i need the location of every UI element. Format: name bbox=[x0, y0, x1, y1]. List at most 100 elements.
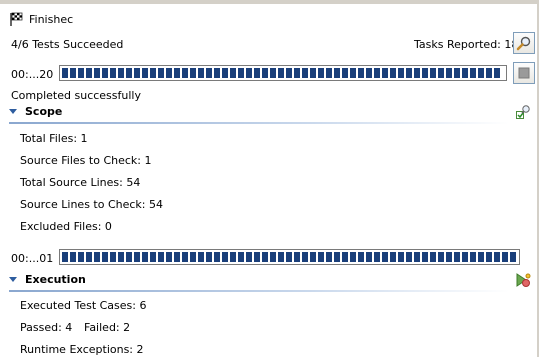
progress-block bbox=[310, 252, 316, 262]
progress-block bbox=[222, 252, 228, 262]
progress-block bbox=[198, 252, 204, 262]
progress-block bbox=[246, 68, 252, 78]
scope-check-icon bbox=[516, 105, 530, 119]
scope-section-header[interactable]: Scope bbox=[9, 102, 62, 120]
progress-block bbox=[414, 252, 420, 262]
progress-block bbox=[294, 252, 300, 262]
progress-block bbox=[206, 68, 212, 78]
scope-source-files: Source Files to Check: 1 bbox=[20, 154, 152, 167]
progress-block bbox=[366, 68, 372, 78]
progress-block bbox=[126, 68, 132, 78]
progress-block bbox=[94, 68, 100, 78]
progress-block bbox=[254, 252, 260, 262]
progress-block bbox=[470, 68, 476, 78]
progress-block bbox=[158, 68, 164, 78]
progress-block bbox=[150, 68, 156, 78]
progress-block bbox=[486, 252, 492, 262]
progress-block bbox=[446, 68, 452, 78]
progress-block bbox=[390, 68, 396, 78]
progress-block bbox=[150, 252, 156, 262]
progress-block bbox=[94, 252, 100, 262]
progress-block bbox=[310, 68, 316, 78]
progress-block bbox=[374, 68, 380, 78]
progress-block bbox=[438, 68, 444, 78]
progress-block bbox=[286, 68, 292, 78]
header-title-row: Finishec bbox=[8, 10, 73, 28]
execution-section-header[interactable]: Execution bbox=[9, 270, 86, 288]
progress-block bbox=[166, 68, 172, 78]
progress-bar-2 bbox=[59, 249, 520, 265]
progress-block bbox=[342, 252, 348, 262]
progress-block bbox=[78, 68, 84, 78]
progress-block bbox=[294, 68, 300, 78]
progress-block bbox=[478, 252, 484, 262]
progress-block bbox=[86, 68, 92, 78]
progress-block bbox=[118, 68, 124, 78]
status-text: Completed successfully bbox=[11, 89, 141, 102]
progress-block bbox=[430, 252, 436, 262]
progress-block bbox=[334, 68, 340, 78]
progress-block bbox=[342, 68, 348, 78]
progress-block bbox=[478, 68, 484, 78]
progress-block bbox=[174, 252, 180, 262]
progress-block bbox=[366, 252, 372, 262]
progress-block bbox=[70, 252, 76, 262]
progress-block bbox=[278, 68, 284, 78]
progress-block bbox=[494, 252, 500, 262]
progress-block bbox=[174, 68, 180, 78]
magnifier-icon bbox=[516, 36, 531, 51]
progress-block bbox=[262, 68, 268, 78]
progress-block bbox=[70, 68, 76, 78]
progress-block bbox=[454, 252, 460, 262]
progress-block bbox=[382, 68, 388, 78]
inspect-button[interactable] bbox=[513, 32, 535, 54]
progress-block bbox=[230, 68, 236, 78]
progress-block bbox=[62, 68, 68, 78]
progress-block bbox=[326, 252, 332, 262]
progress-block bbox=[134, 68, 140, 78]
progress2-time: 00:...01 bbox=[11, 252, 54, 265]
progress-block bbox=[438, 252, 444, 262]
progress-block bbox=[166, 252, 172, 262]
progress-block bbox=[158, 252, 164, 262]
progress-block bbox=[126, 252, 132, 262]
progress-block bbox=[318, 68, 324, 78]
progress-block bbox=[454, 68, 460, 78]
progress-block bbox=[142, 68, 148, 78]
progress-block bbox=[302, 68, 308, 78]
progress-block bbox=[446, 252, 452, 262]
progress-block bbox=[102, 68, 108, 78]
progress-block bbox=[118, 252, 124, 262]
scope-section-divider bbox=[9, 122, 509, 124]
progress-block bbox=[470, 252, 476, 262]
progress-block bbox=[278, 252, 284, 262]
progress-block bbox=[318, 252, 324, 262]
progress-block bbox=[110, 252, 116, 262]
progress-block bbox=[182, 252, 188, 262]
progress-block bbox=[422, 252, 428, 262]
stop-button[interactable] bbox=[513, 62, 535, 84]
execution-title: Execution bbox=[25, 272, 86, 286]
progress-block bbox=[430, 68, 436, 78]
progress-block bbox=[262, 252, 268, 262]
progress-block bbox=[398, 68, 404, 78]
execution-section-divider bbox=[9, 290, 509, 292]
progress-block bbox=[110, 68, 116, 78]
tests-summary: 4/6 Tests Succeeded bbox=[11, 38, 124, 51]
progress-bar-1 bbox=[59, 65, 507, 81]
progress1-time: 00:...20 bbox=[11, 68, 54, 81]
progress-block bbox=[350, 252, 356, 262]
progress-block bbox=[206, 252, 212, 262]
progress-block bbox=[462, 252, 468, 262]
progress-block bbox=[398, 252, 404, 262]
progress-block bbox=[334, 252, 340, 262]
progress-block bbox=[198, 68, 204, 78]
progress-block bbox=[486, 68, 492, 78]
progress-block bbox=[238, 68, 244, 78]
progress-block bbox=[350, 68, 356, 78]
progress-block bbox=[142, 252, 148, 262]
progress-block bbox=[270, 252, 276, 262]
scope-total-source-lines: Total Source Lines: 54 bbox=[20, 176, 141, 189]
scope-total-files: Total Files: 1 bbox=[20, 132, 88, 145]
progress-block bbox=[222, 68, 228, 78]
